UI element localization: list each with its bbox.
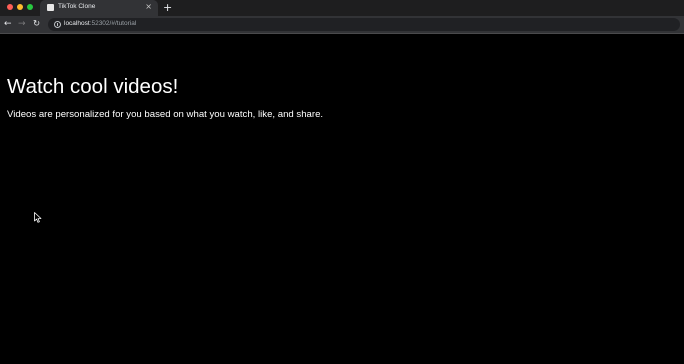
forward-button[interactable]: →: [18, 18, 26, 30]
page-title: Watch cool videos!: [7, 75, 179, 98]
tab-title: TikTok Clone: [58, 3, 96, 10]
mouse-pointer-icon: [34, 212, 42, 223]
back-button[interactable]: ←: [4, 18, 12, 30]
minimize-window-icon[interactable]: [17, 4, 23, 10]
browser-toolbar: ← → ↻ localhost:52302/#/tutorial: [0, 16, 684, 33]
browser-window: TikTok Clone × + ← → ↻ localhost:52302/#…: [0, 0, 684, 364]
reload-button[interactable]: ↻: [33, 18, 40, 30]
page-icon: [47, 4, 54, 11]
close-window-icon[interactable]: [7, 4, 13, 10]
url-path: :52302/#/tutorial: [89, 20, 137, 27]
close-tab-icon[interactable]: ×: [145, 2, 152, 12]
page-description: Videos are personalized for you based on…: [7, 109, 324, 120]
page-content: Watch cool videos! Videos are personaliz…: [0, 34, 684, 364]
tab-tiktok-clone[interactable]: TikTok Clone ×: [40, 0, 158, 16]
url-text[interactable]: localhost:52302/#/tutorial: [64, 20, 136, 27]
url-host: localhost: [64, 20, 90, 27]
maximize-window-icon[interactable]: [27, 4, 33, 10]
site-info-icon[interactable]: [54, 21, 61, 28]
tab-strip: TikTok Clone × +: [0, 0, 684, 16]
new-tab-button[interactable]: +: [163, 1, 172, 14]
address-bar[interactable]: localhost:52302/#/tutorial: [48, 18, 680, 31]
